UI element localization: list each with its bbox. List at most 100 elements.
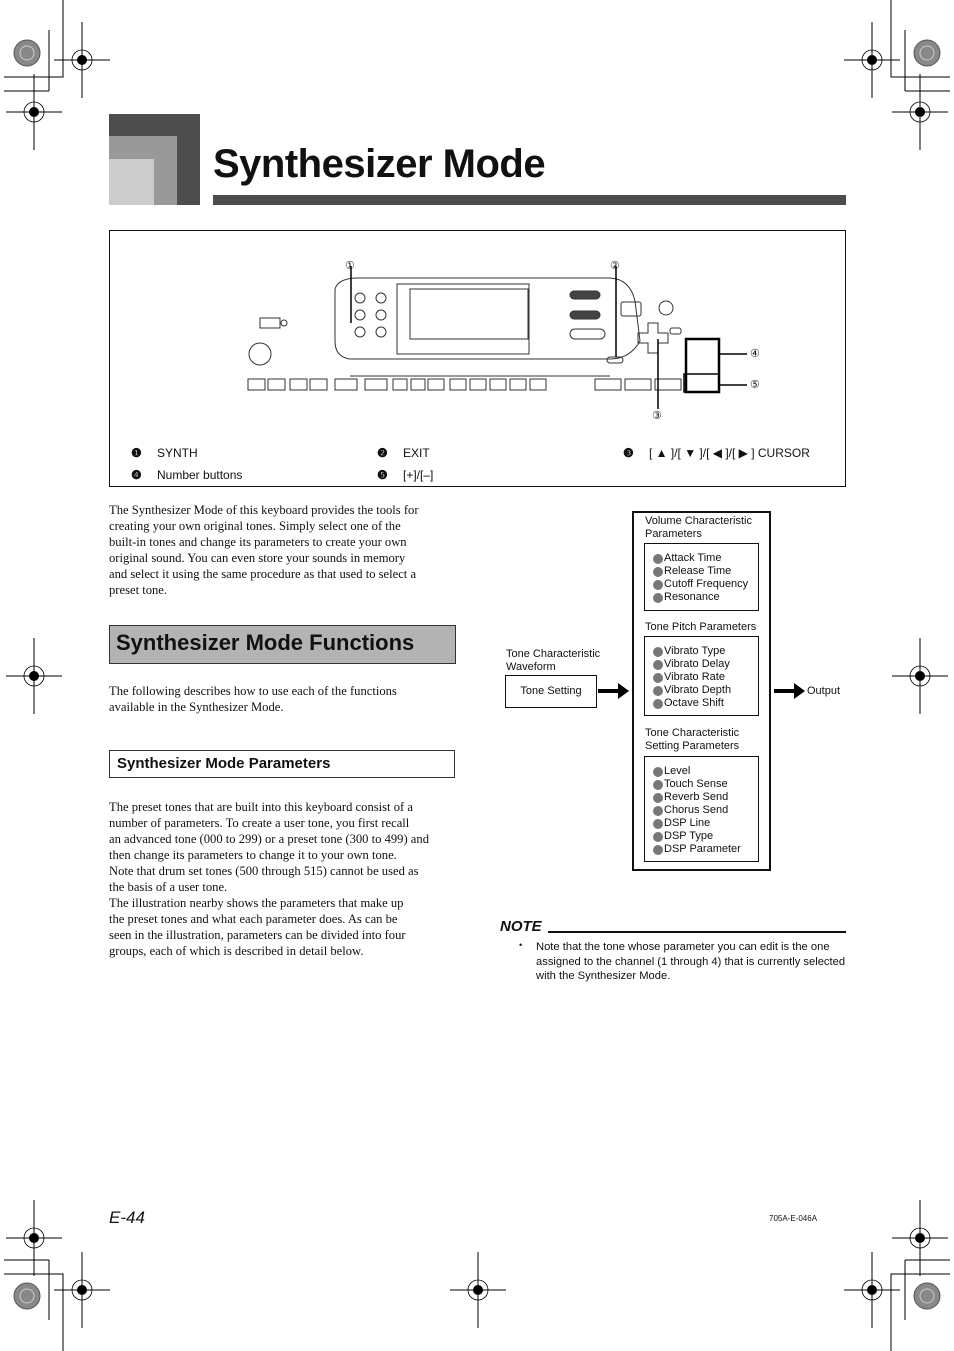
registration-target-icon	[915, 671, 925, 681]
keyboard-panel-figure: ① ② ③ ④ ⑤ ❶ SYNTH ❷ EXIT ❸[ ▲ ]/[ ▼ ]/[ ◀ …	[109, 230, 846, 487]
bullet-dot-icon	[653, 805, 663, 816]
output-label: Output	[807, 685, 841, 697]
color-wheel-icon	[913, 1282, 941, 1310]
panel-button	[529, 378, 547, 391]
text-line: available in the Synthesizer Mode.	[109, 700, 284, 714]
parameter-item: Level	[653, 765, 758, 778]
parameters-paragraph: The preset tones that are built into thi…	[109, 799, 429, 959]
page-title: Synthesizer Mode	[213, 142, 546, 186]
header-decoration	[109, 114, 200, 205]
bullet-dot-icon	[653, 579, 663, 590]
keyboard-panel-illustration	[247, 266, 747, 409]
parameter-item: Vibrato Depth	[653, 684, 758, 697]
bullet-dot-icon	[653, 831, 663, 842]
bullet-dot-icon	[653, 672, 663, 683]
panel-button	[289, 378, 308, 391]
registration-target-icon	[867, 1285, 877, 1295]
sub-heading: Synthesizer Mode Parameters	[109, 750, 455, 778]
bullet-dot-icon	[653, 646, 663, 657]
text-line: groups, each of which is described in de…	[109, 944, 364, 958]
text-line: Note that drum set tones (500 through 51…	[109, 864, 419, 878]
panel-button	[654, 378, 682, 391]
callout-1: ①	[345, 260, 355, 272]
bullet-dot-icon	[653, 685, 663, 696]
legend-exit: ❷ EXIT	[377, 446, 430, 460]
text-line: The illustration nearby shows the parame…	[109, 896, 404, 910]
panel-button	[309, 378, 328, 391]
text-line: The Synthesizer Mode of this keyboard pr…	[109, 503, 419, 517]
parameter-item: Touch Sense	[653, 778, 758, 791]
registration-target-icon	[77, 55, 87, 65]
panel-button	[469, 378, 487, 391]
bullet-dot-icon	[653, 844, 663, 855]
panel-button	[334, 378, 358, 391]
text-line: an advanced tone (000 to 299) or a prese…	[109, 832, 429, 846]
panel-button	[594, 378, 622, 391]
section-paragraph: The following describes how to use each …	[109, 683, 397, 715]
note-title: NOTE	[500, 918, 542, 935]
bullet-dot-icon	[653, 818, 663, 829]
parameter-item: Vibrato Type	[653, 645, 758, 658]
registration-target-icon	[473, 1285, 483, 1295]
color-wheel-icon	[13, 1282, 41, 1310]
text-line: the preset tones and what each parameter…	[109, 912, 398, 926]
note-bullet: •	[519, 940, 523, 950]
parameter-group-title: Volume Characteristic Parameters	[645, 515, 752, 540]
text-line: and select it using the same procedure a…	[109, 567, 417, 581]
color-wheel-icon	[13, 39, 41, 67]
bullet-dot-icon	[653, 698, 663, 709]
registration-target-icon	[915, 107, 925, 117]
document-code: 705A-E-046A	[769, 1214, 818, 1223]
parameter-item: Vibrato Delay	[653, 658, 758, 671]
parameter-item: Vibrato Rate	[653, 671, 758, 684]
note-text: Note that the tone whose parameter you c…	[536, 941, 846, 982]
registration-target-icon	[29, 107, 39, 117]
text-line: built-in tones and change its parameters…	[109, 535, 407, 549]
parameter-item: Chorus Send	[653, 804, 758, 817]
panel-button	[410, 378, 426, 391]
tone-setting-box: Tone Setting	[505, 675, 597, 708]
bullet-dot-icon	[653, 553, 663, 564]
title-underline-bar	[213, 195, 846, 205]
bullet-dot-icon	[653, 779, 663, 790]
waveform-label: Tone Characteristic Waveform	[506, 648, 601, 673]
section-heading: Synthesizer Mode Functions	[109, 625, 456, 664]
color-wheel-icon	[913, 39, 941, 67]
legend-number-buttons: ❹ Number buttons	[131, 468, 243, 482]
registration-target-icon	[867, 55, 877, 65]
text-line: preset tone.	[109, 583, 168, 597]
panel-button	[509, 378, 527, 391]
parameter-group-box: Attack Time Release Time Cutoff Frequency R…	[644, 543, 759, 611]
note-rule	[548, 931, 846, 933]
registration-target-icon	[915, 1233, 925, 1243]
bullet-dot-icon	[653, 592, 663, 603]
text-line: The preset tones that are built into thi…	[109, 800, 413, 814]
parameter-group-title: Tone Pitch Parameters	[645, 621, 757, 633]
parameter-group-box: Vibrato Type Vibrato Delay Vibrato Rate Vib…	[644, 636, 759, 716]
panel-button	[247, 378, 266, 391]
text-line: seen in the illustration, parameters can…	[109, 928, 406, 942]
panel-button	[624, 378, 652, 391]
parameter-item: Attack Time	[653, 552, 758, 565]
registration-target-icon	[29, 671, 39, 681]
text-line: the basis of a user tone.	[109, 880, 228, 894]
intro-paragraph: The Synthesizer Mode of this keyboard pr…	[109, 502, 419, 598]
legend-synth: ❶ SYNTH	[131, 446, 198, 460]
parameter-item: Cutoff Frequency	[653, 578, 758, 591]
bullet-dot-icon	[653, 792, 663, 803]
callout-5: ⑤	[750, 379, 760, 391]
arrow-to-output-icon	[774, 683, 805, 699]
parameter-item: DSP Line	[653, 817, 758, 830]
registration-target-icon	[29, 1233, 39, 1243]
panel-button	[427, 378, 445, 391]
crop-mark	[890, 0, 950, 78]
text-line: creating your own original tones. Simply…	[109, 519, 401, 533]
panel-button	[364, 378, 388, 391]
callout-2: ②	[610, 260, 620, 272]
callout-3: ③	[652, 410, 662, 422]
text-line: The following describes how to use each …	[109, 684, 397, 698]
text-line: original sound. You can even store your …	[109, 551, 406, 565]
panel-button	[392, 378, 408, 391]
parameter-item: Reverb Send	[653, 791, 758, 804]
callout-4: ④	[750, 348, 760, 360]
